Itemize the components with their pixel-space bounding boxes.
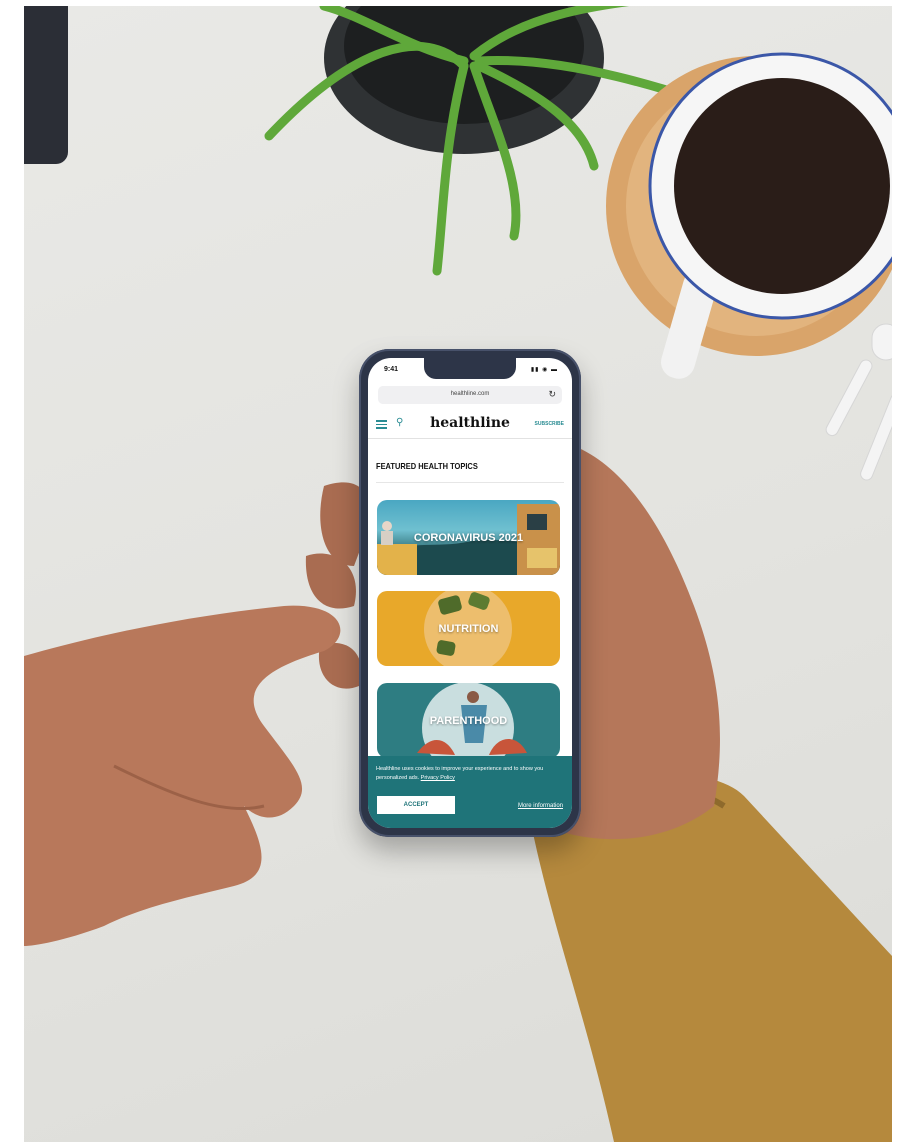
left-hand-icon [24,605,341,946]
cookie-message: Healthline uses cookies to improve your … [376,766,544,781]
topic-label-parenthood: PARENTHOOD [429,714,508,727]
accept-cookies-button[interactable]: ACCEPT [377,796,455,814]
reload-icon[interactable]: ↻ [548,389,556,400]
status-time: 9:41 [384,366,399,373]
signal-wifi-battery-icon: ▮▮ ◉ ▬ [530,367,558,373]
topic-label-coronavirus: CORONAVIRUS 2021 [413,531,524,544]
earbuds-icon [825,323,892,481]
divider [376,482,564,483]
topic-label-nutrition: NUTRITION [438,622,499,635]
privacy-policy-link[interactable]: Privacy Policy [421,775,455,781]
url-text: healthline.com [450,391,490,397]
topic-card-coronavirus[interactable]: CORONAVIRUS 2021 [377,500,560,575]
subscribe-link[interactable]: SUBSCRIBE [535,421,564,427]
section-title: FEATURED HEALTH TOPICS [376,461,478,471]
device-corner-icon [24,6,68,164]
smartphone: 9:41 ▮▮ ◉ ▬ healthline.com ↻ ⚲ healthlin… [359,349,581,837]
cookie-notice-text: Healthline uses cookies to improve your … [376,765,560,783]
phone-screen: 9:41 ▮▮ ◉ ▬ healthline.com ↻ ⚲ healthlin… [368,358,572,828]
cookie-consent-banner: Healthline uses cookies to improve your … [368,756,572,828]
topic-card-nutrition[interactable]: NUTRITION [377,591,560,666]
site-header: ⚲ healthline SUBSCRIBE [368,410,572,439]
more-information-link[interactable]: More information [518,803,563,809]
phone-notch [424,358,516,379]
browser-address-bar[interactable]: healthline.com ↻ [378,386,562,404]
photo-scene: 9:41 ▮▮ ◉ ▬ healthline.com ↻ ⚲ healthlin… [24,6,892,1142]
topic-card-parenthood[interactable]: PARENTHOOD [377,683,560,758]
